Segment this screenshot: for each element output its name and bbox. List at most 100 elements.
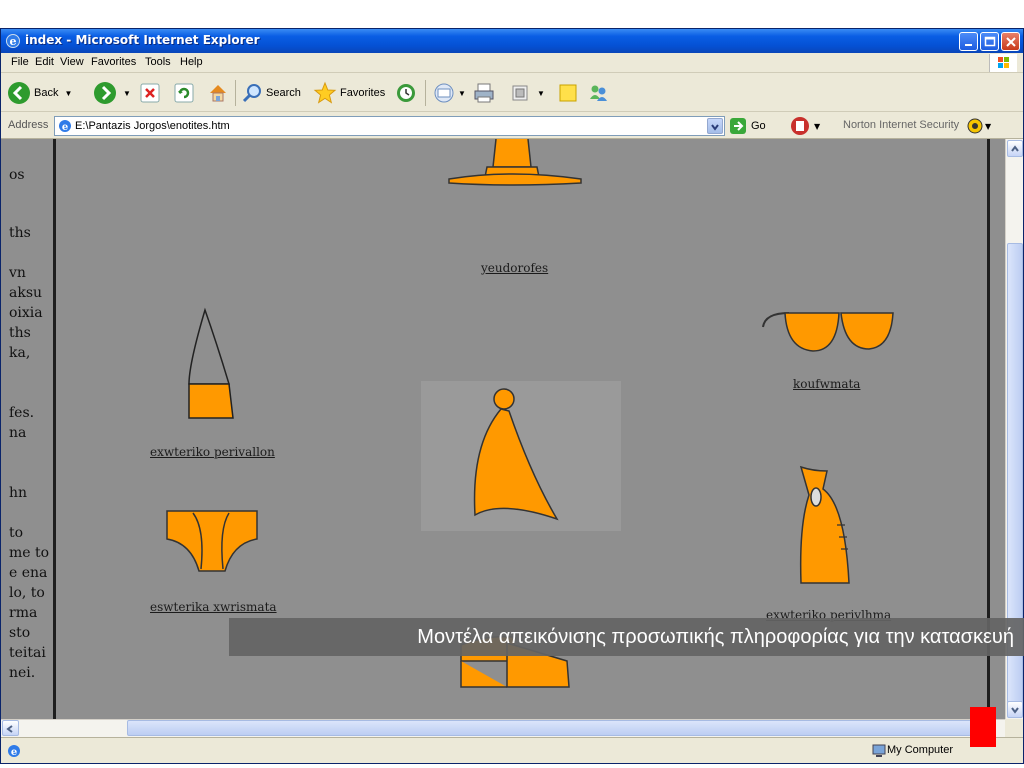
cone-icon[interactable] xyxy=(185,304,241,424)
refresh-button[interactable] xyxy=(173,79,195,107)
back-label: Back xyxy=(34,87,59,99)
left-frame-line: ka, xyxy=(9,345,31,361)
edit-page-icon xyxy=(512,85,528,101)
left-frame-line: lo, to xyxy=(9,585,45,601)
chevron-down-icon xyxy=(1011,707,1019,714)
go-label: Go xyxy=(751,120,766,132)
link-yeudorofes[interactable]: yeudorofes xyxy=(481,261,548,275)
menu-edit[interactable]: Edit xyxy=(35,56,54,68)
title-bar: e index - Microsoft Internet Explorer xyxy=(1,29,1023,53)
norton-icon xyxy=(967,118,983,134)
coat-icon[interactable] xyxy=(793,465,863,587)
cloak-icon[interactable] xyxy=(461,385,571,525)
ie-logo-icon: e xyxy=(6,34,20,48)
left-frame: os ths vn aksu oixia ths ka, fes. na hn … xyxy=(1,139,53,719)
favorites-label: Favorites xyxy=(340,87,386,99)
messenger-button[interactable] xyxy=(587,79,609,107)
forward-button[interactable]: ▼ xyxy=(93,79,131,107)
left-frame-line: me to xyxy=(9,545,50,561)
horizontal-scroll-thumb[interactable] xyxy=(127,720,987,736)
standard-toolbar: Back ▼ ▼ Search Favorites ▼ ▼ xyxy=(1,74,1023,112)
page-status-icon: e xyxy=(8,745,20,758)
close-icon xyxy=(1006,37,1016,47)
status-bar: e My Computer xyxy=(1,737,1023,763)
pdf-button[interactable]: ▼ xyxy=(789,115,820,137)
left-frame-line: sto xyxy=(9,625,31,641)
norton-label[interactable]: Norton Internet Security xyxy=(843,119,959,131)
glasses-icon[interactable] xyxy=(759,307,899,357)
windows-flag-icon xyxy=(989,54,1017,72)
maximize-button[interactable] xyxy=(980,32,999,51)
security-zone-label: My Computer xyxy=(887,744,954,756)
search-button[interactable]: Search xyxy=(241,79,301,107)
left-frame-line: to xyxy=(9,525,24,541)
address-label: Address xyxy=(8,119,49,131)
favorites-button[interactable]: Favorites xyxy=(313,79,385,107)
back-arrow-icon xyxy=(8,82,30,104)
maximize-icon xyxy=(984,36,996,47)
search-icon xyxy=(242,84,261,103)
stop-button[interactable] xyxy=(139,79,161,107)
home-button[interactable] xyxy=(207,79,229,107)
mail-button[interactable]: ▼ xyxy=(433,79,466,107)
computer-zone-icon xyxy=(872,744,886,757)
pdf-dropdown-icon[interactable]: ▼ xyxy=(814,122,820,131)
window-title: index - Microsoft Internet Explorer xyxy=(25,33,260,47)
minimize-icon xyxy=(965,44,972,46)
horizontal-scrollbar[interactable] xyxy=(1,719,1005,737)
address-input[interactable]: e E:\Pantazis Jorgos\enotites.htm xyxy=(54,116,725,136)
svg-text:e: e xyxy=(11,747,17,758)
left-frame-line: fes. xyxy=(9,405,35,421)
chevron-left-icon xyxy=(6,725,13,733)
scroll-up-button[interactable] xyxy=(1007,140,1023,157)
red-back-marker[interactable] xyxy=(960,707,996,747)
chevron-up-icon xyxy=(1011,145,1019,152)
go-button[interactable]: Go xyxy=(729,117,766,135)
minimize-button[interactable] xyxy=(959,32,978,51)
menu-favorites[interactable]: Favorites xyxy=(91,56,136,68)
left-frame-line: na xyxy=(9,425,27,441)
forward-dropdown-icon[interactable]: ▼ xyxy=(123,89,131,98)
menu-tools[interactable]: Tools xyxy=(145,56,171,68)
messenger-icon xyxy=(590,85,607,101)
back-arrow-icon xyxy=(960,719,974,735)
scroll-left-button[interactable] xyxy=(2,720,19,736)
left-frame-line: os xyxy=(9,167,25,183)
svg-text:e: e xyxy=(62,122,68,133)
left-frame-line: rma xyxy=(9,605,38,621)
go-arrow-icon xyxy=(730,118,746,134)
briefs-icon[interactable] xyxy=(163,509,263,575)
back-button[interactable]: Back ▼ xyxy=(7,79,72,107)
norton-dropdown-icon[interactable]: ▼ xyxy=(985,122,991,131)
menu-view[interactable]: View xyxy=(60,56,84,68)
menu-bar: File Edit View Favorites Tools Help xyxy=(1,53,1023,73)
left-frame-line: vn xyxy=(9,265,26,281)
back-dropdown-icon[interactable]: ▼ xyxy=(64,89,72,98)
edit-button[interactable]: ▼ xyxy=(509,79,545,107)
address-value: E:\Pantazis Jorgos\enotites.htm xyxy=(75,120,230,132)
chevron-down-icon xyxy=(711,124,719,131)
print-button[interactable] xyxy=(473,79,495,107)
home-icon xyxy=(210,85,226,102)
link-eswterika-xwrismata[interactable]: eswterika xwrismata xyxy=(150,600,277,614)
hat-icon[interactable] xyxy=(441,139,591,239)
link-koufwmata[interactable]: koufwmata xyxy=(793,377,860,391)
note-icon xyxy=(559,84,577,102)
scroll-down-button[interactable] xyxy=(1007,701,1023,718)
print-icon xyxy=(474,83,494,103)
discuss-button[interactable] xyxy=(557,79,579,107)
edit-dropdown-icon[interactable]: ▼ xyxy=(537,89,545,98)
left-frame-line: oixia xyxy=(9,305,43,321)
mail-icon xyxy=(434,83,454,103)
close-button[interactable] xyxy=(1001,32,1020,51)
history-button[interactable] xyxy=(395,79,417,107)
address-dropdown-button[interactable] xyxy=(707,118,723,134)
link-exwteriko-perivallon[interactable]: exwteriko perivallon xyxy=(150,445,275,459)
left-frame-line: hn xyxy=(9,485,28,501)
norton-button[interactable]: ▼ xyxy=(967,118,991,134)
search-label: Search xyxy=(266,87,301,99)
menu-file[interactable]: File xyxy=(11,56,29,68)
mail-dropdown-icon[interactable]: ▼ xyxy=(458,89,466,98)
forward-arrow-icon xyxy=(94,82,116,104)
menu-help[interactable]: Help xyxy=(180,56,203,68)
